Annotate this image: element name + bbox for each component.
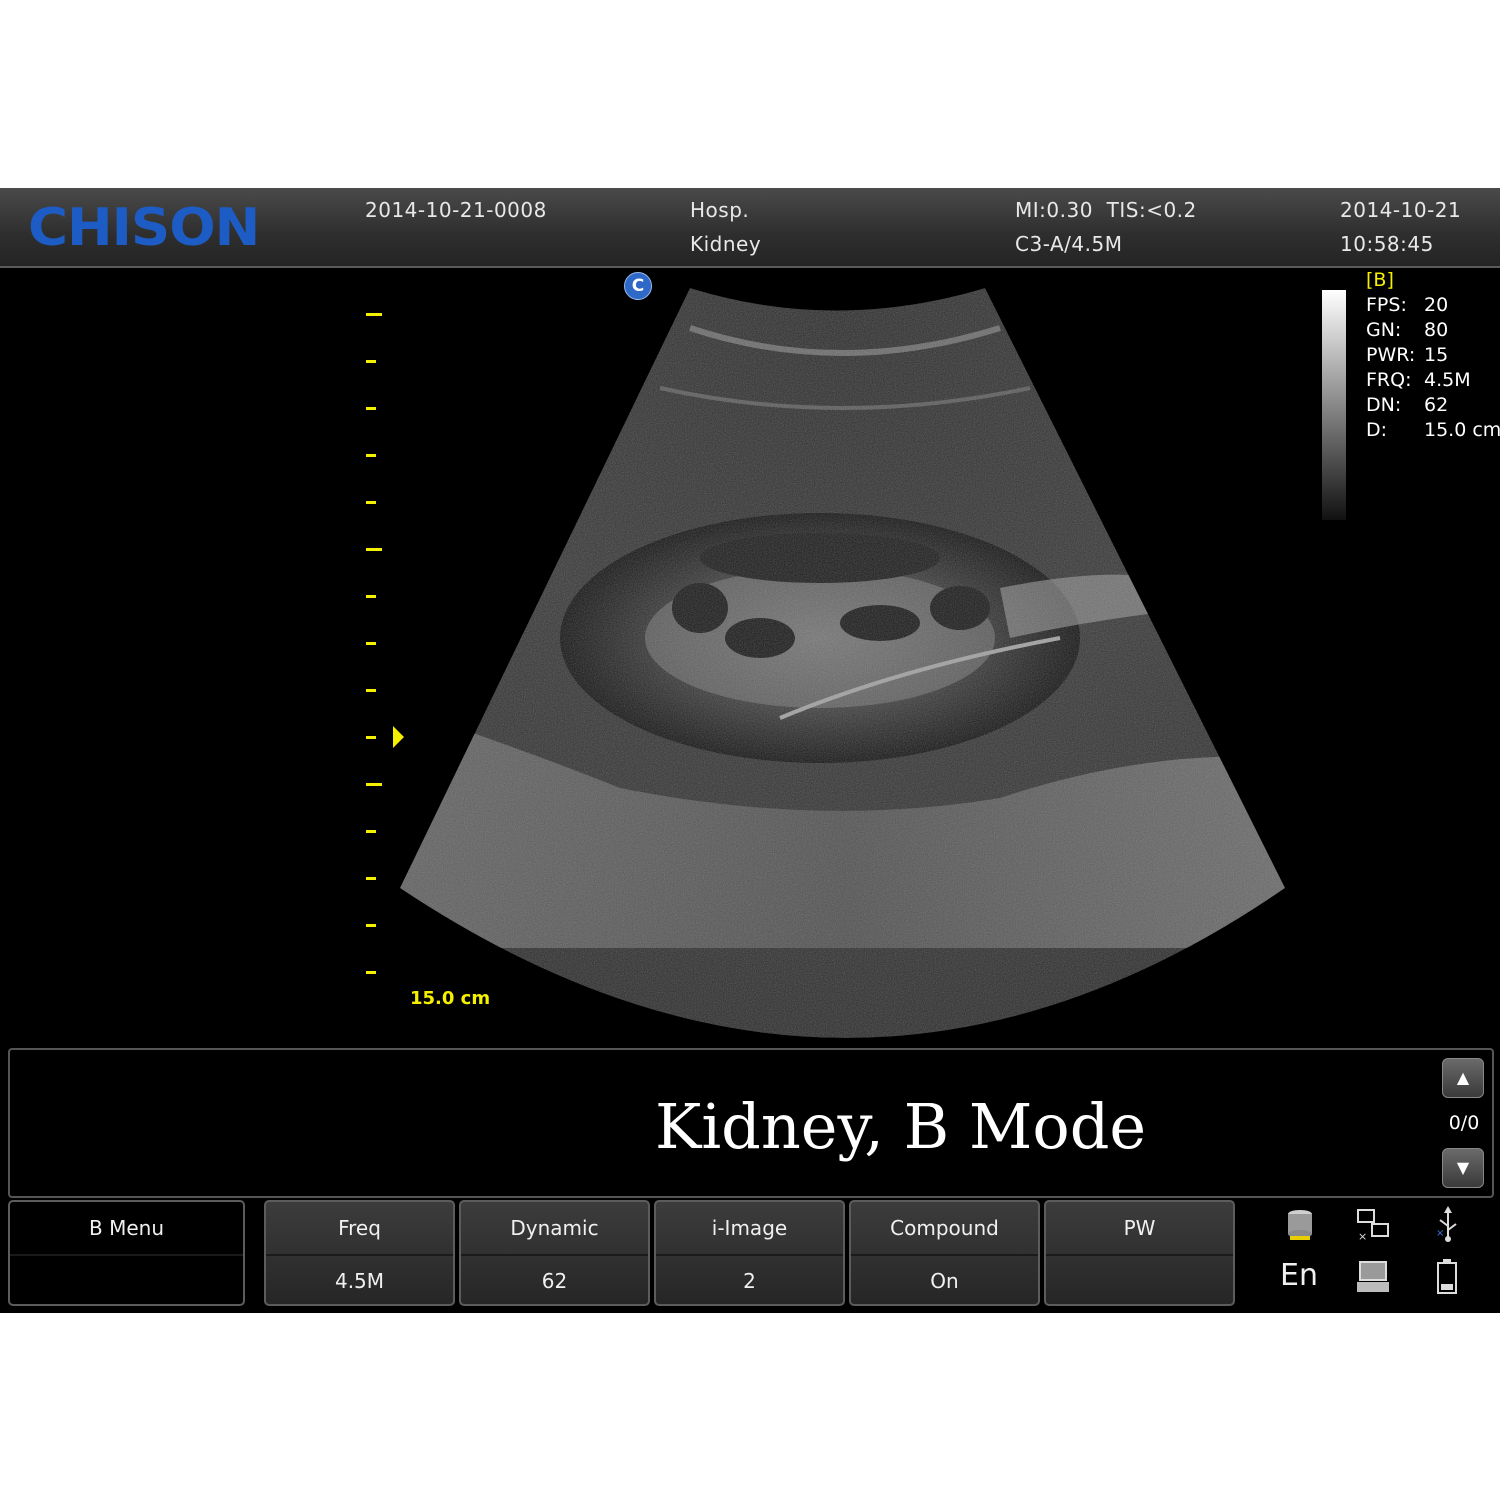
b-menu-button[interactable]: B Menu [8,1200,245,1306]
depth-tick [366,454,376,457]
printer-icon [1357,1261,1389,1292]
disk-icon [1288,1210,1312,1240]
depth-tick [366,689,376,692]
i-image-button[interactable]: i-Image 2 [654,1200,845,1306]
depth-tick [366,736,376,739]
network-icon: × [1357,1209,1389,1242]
depth-tick [366,877,376,880]
b-menu-value [10,1256,243,1306]
svg-text:×: × [1358,1230,1367,1242]
svg-text:×: × [1436,1228,1444,1239]
softkey-label: i-Image [656,1202,843,1256]
depth-tick [366,595,376,598]
softkey-label: PW [1046,1202,1233,1256]
ultrasound-screen: CHISON 2014-10-21-0008 Hosp. Kidney MI:0… [0,188,1500,1313]
softkey-value: 2 [743,1269,756,1293]
b-menu-label: B Menu [10,1202,243,1256]
softkey-value: On [930,1269,959,1293]
depth-tick [366,501,376,504]
softkey-value: 62 [541,1269,568,1293]
depth-tick [366,830,376,833]
triangle-up-icon: ▲ [1456,1068,1470,1087]
depth-tick [366,360,376,363]
battery-icon [1437,1259,1457,1294]
depth-tick [366,642,376,645]
param-row: DN: 62 [1366,394,1449,416]
page-down-button[interactable]: ▼ [1442,1148,1484,1188]
grayscale-bar [1322,290,1346,520]
param-row: PWR: 15 [1366,344,1449,366]
compound-button[interactable]: Compound On [849,1200,1040,1306]
language-indicator: En [1280,1258,1318,1293]
param-row: GN: 80 [1366,319,1449,341]
depth-tick-major [366,313,382,316]
param-row: D: 15.0 cm [1366,419,1500,441]
focus-marker[interactable] [393,726,404,748]
mode-indicator: [B] [1366,269,1394,291]
usb-icon: × [1436,1206,1457,1242]
orientation-badge: C [624,272,652,300]
triangle-down-icon: ▼ [1456,1158,1470,1177]
freq-button[interactable]: Freq 4.5M [264,1200,455,1306]
pw-button[interactable]: PW [1044,1200,1235,1306]
softkey-value [1046,1256,1233,1306]
depth-label: 15.0 cm [410,988,491,1009]
imaging-parameters: [B] FPS: 20 GN: 80 PWR: 15 FRQ: 4.5M DN: 62 D… [1366,268,1500,443]
comment-panel: Kidney, B Mode ▲ 0/0 ▼ [8,1048,1494,1198]
depth-tick [366,924,376,927]
softkey-label: Dynamic [461,1202,648,1256]
dynamic-button[interactable]: Dynamic 62 [459,1200,650,1306]
param-row: FPS: 20 [1366,294,1449,316]
softkey-value: 4.5M [334,1269,385,1293]
page-counter: 0/0 [1448,1112,1480,1134]
ultrasound-image [400,288,1285,1038]
depth-tick [366,407,376,410]
annotation-text: Kidney, B Mode [655,1090,1147,1163]
softkey-label: Freq [266,1202,453,1256]
page-up-button[interactable]: ▲ [1442,1058,1484,1098]
param-row: FRQ: 4.5M [1366,369,1471,391]
softkey-label: Compound [851,1202,1038,1256]
depth-tick-major [366,783,382,786]
depth-tick-major [366,548,382,551]
depth-tick [366,971,376,974]
